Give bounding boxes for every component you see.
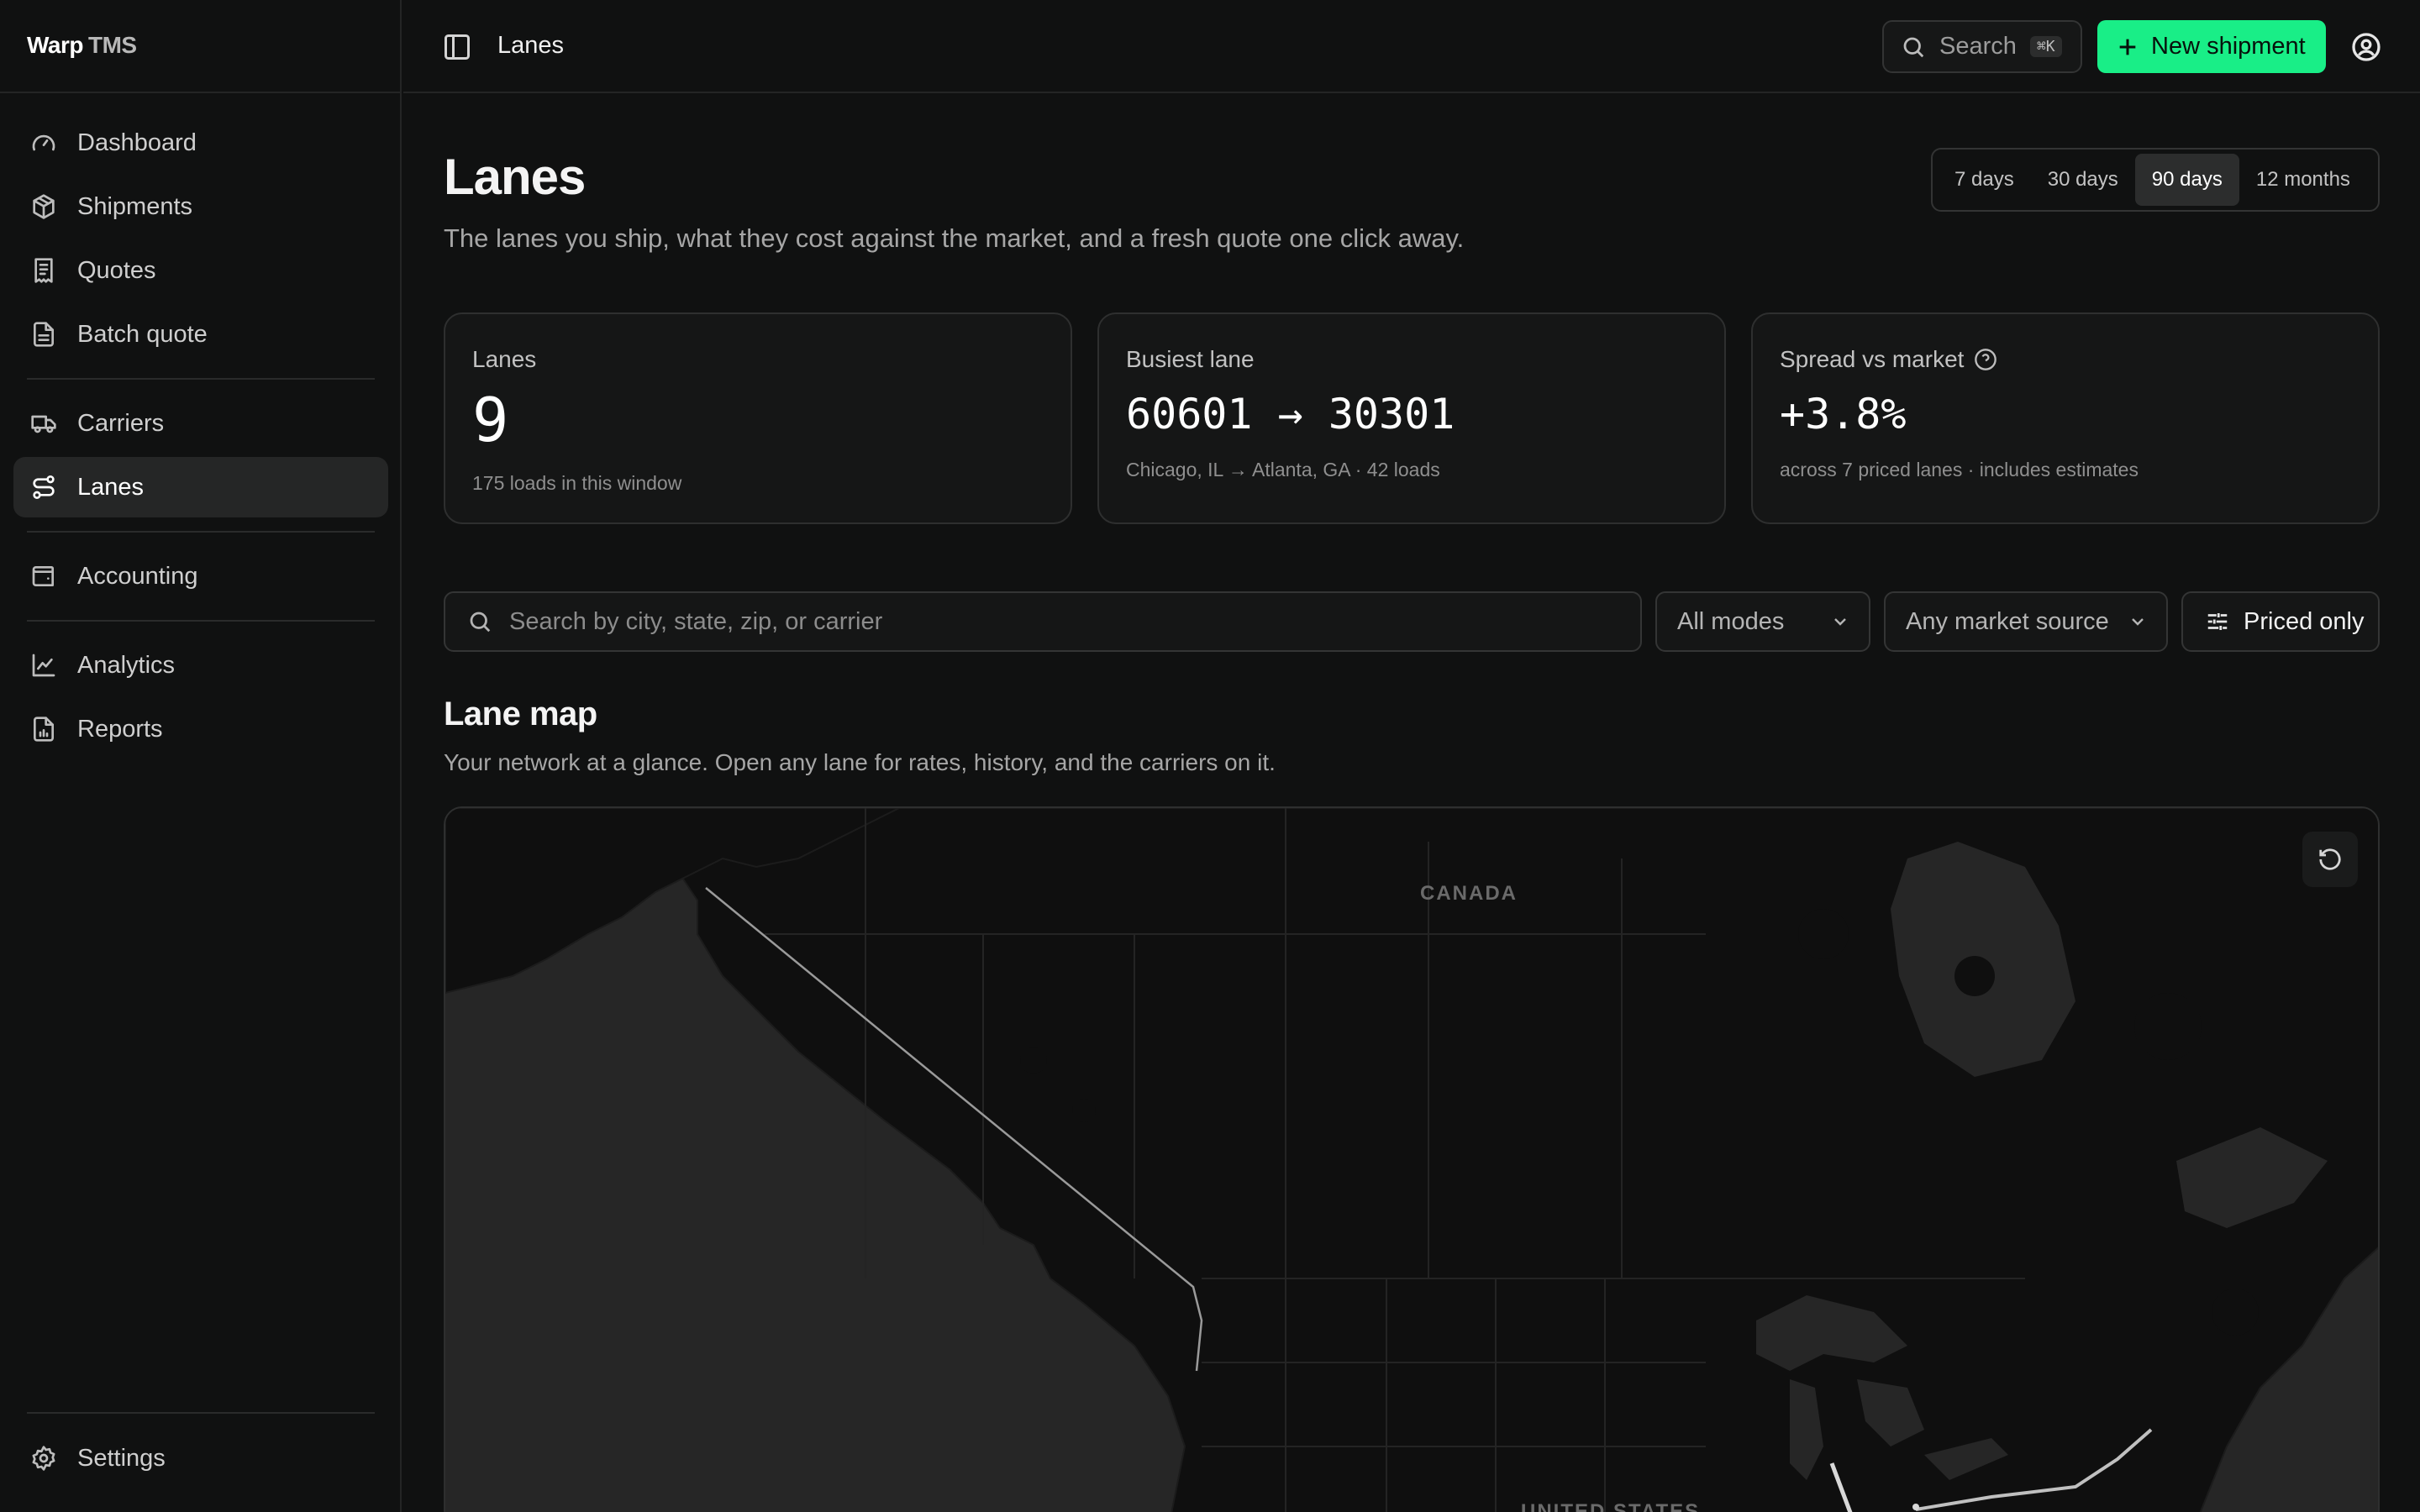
sliders-icon xyxy=(2207,613,2228,630)
range-option-12-months[interactable]: 12 months xyxy=(2239,154,2367,206)
rotate-ccw-icon xyxy=(2319,848,2341,870)
stat-value: +3.8% xyxy=(1780,390,1907,438)
stat-note: Chicago, IL → Atlanta, GA · 42 loads xyxy=(1126,459,1440,480)
search-label: Search xyxy=(1939,33,2017,60)
mode-select[interactable]: All modes xyxy=(1655,591,1870,652)
stat-card-spread: Spread vs market +3.8% across 7 priced l… xyxy=(1751,312,2380,524)
lane-map-title: Lane map xyxy=(444,696,597,732)
stat-label: Busiest lane xyxy=(1126,346,1255,372)
market-source-value: Any market source xyxy=(1906,607,2109,635)
filter-bar: Search by city, state, zip, or carrier A… xyxy=(444,591,2380,652)
lane-map[interactable]: CANADA UNITED STATES xyxy=(444,806,2380,1512)
priced-only-toggle[interactable]: Priced only xyxy=(2181,591,2380,652)
chevron-down-icon xyxy=(1834,618,1846,626)
sidebar-item-label: Carriers xyxy=(77,409,165,437)
lane-endpoint xyxy=(1912,1504,1919,1510)
page-title: Lanes xyxy=(444,149,586,205)
page-subtitle: The lanes you ship, what they cost again… xyxy=(444,223,1465,253)
stat-label-text: Spread vs market xyxy=(1780,346,1965,372)
stat-label: Spread vs market xyxy=(1780,346,1997,373)
sidebar-item-label: Quotes xyxy=(77,256,156,284)
mode-select-value: All modes xyxy=(1677,607,1785,635)
nav-divider xyxy=(27,378,375,380)
sidebar-divider xyxy=(0,92,402,93)
sidebar-item-analytics[interactable]: Analytics xyxy=(13,635,388,696)
stat-value: 60601 → 30301 xyxy=(1126,390,1455,438)
sidebar-item-accounting[interactable]: Accounting xyxy=(13,546,388,606)
truck-icon xyxy=(31,415,56,433)
range-option-90-days[interactable]: 90 days xyxy=(2134,154,2239,206)
receipt-icon xyxy=(34,258,53,283)
search-icon xyxy=(1903,37,1924,57)
map-label-united-states: UNITED STATES xyxy=(1521,1500,1701,1512)
sidebar-item-label: Shipments xyxy=(77,192,193,220)
lane-map-subtitle: Your network at a glance. Open any lane … xyxy=(444,749,1276,775)
stat-card-lanes: Lanes 9 175 loads in this window xyxy=(444,312,1072,524)
range-option-7-days[interactable]: 7 days xyxy=(1938,154,2031,206)
sidebar-nav: Dashboard Shipments Quotes Batch quote C… xyxy=(13,113,388,763)
gear-icon xyxy=(32,1446,55,1471)
range-option-30-days[interactable]: 30 days xyxy=(2031,154,2135,206)
sidebar-item-shipments[interactable]: Shipments xyxy=(13,176,388,237)
brand-primary: Warp xyxy=(27,32,83,58)
help-circle-icon[interactable] xyxy=(1974,348,1997,371)
lane-search-placeholder: Search by city, state, zip, or carrier xyxy=(509,607,883,635)
map-canvas xyxy=(445,808,2378,1512)
new-shipment-label: New shipment xyxy=(2151,33,2306,60)
map-label-canada: CANADA xyxy=(1420,882,1518,905)
sidebar-item-label: Accounting xyxy=(77,562,198,590)
sidebar-item-label: Dashboard xyxy=(77,129,197,156)
sidebar-item-label: Reports xyxy=(77,715,163,743)
sidebar-toggle-icon[interactable] xyxy=(442,32,472,62)
stat-note: across 7 priced lanes · includes estimat… xyxy=(1780,459,2139,480)
brand-logo[interactable]: Warp TMS xyxy=(27,32,137,59)
map-reset-button[interactable] xyxy=(2302,832,2358,887)
route-icon xyxy=(33,475,55,499)
user-account-icon[interactable] xyxy=(2351,32,2381,62)
file-stack-icon xyxy=(34,322,54,347)
sidebar-item-settings[interactable]: Settings xyxy=(13,1428,388,1488)
gauge-icon xyxy=(32,134,55,151)
package-icon xyxy=(33,194,55,219)
search-shortcut-badge: ⌘K xyxy=(2029,36,2062,57)
sidebar-item-carriers[interactable]: Carriers xyxy=(13,393,388,454)
sidebar-item-quotes[interactable]: Quotes xyxy=(13,240,388,301)
sidebar: Warp TMS Dashboard Shipments Quotes Batch… xyxy=(0,0,402,1512)
sidebar-footer: Settings xyxy=(13,1411,388,1492)
file-chart-icon xyxy=(34,717,54,742)
wallet-icon xyxy=(32,566,54,586)
market-source-select[interactable]: Any market source xyxy=(1884,591,2168,652)
sidebar-item-dashboard[interactable]: Dashboard xyxy=(13,113,388,173)
brand-secondary: TMS xyxy=(87,32,137,58)
date-range-selector: 7 days 30 days 90 days 12 months xyxy=(1931,148,2380,212)
global-search-button[interactable]: Search ⌘K xyxy=(1882,20,2082,73)
line-chart-icon xyxy=(32,654,55,677)
chevron-down-icon xyxy=(2132,618,2144,626)
sidebar-item-batch-quote[interactable]: Batch quote xyxy=(13,304,388,365)
top-bar: Lanes Search ⌘K New shipment xyxy=(403,0,2420,93)
sidebar-item-label: Batch quote xyxy=(77,320,208,348)
sidebar-item-label: Analytics xyxy=(77,651,176,679)
sidebar-item-lanes[interactable]: Lanes xyxy=(13,457,388,517)
nav-divider xyxy=(27,531,375,533)
stat-value: 9 xyxy=(472,385,509,455)
stat-note: 175 loads in this window xyxy=(472,472,682,494)
priced-only-label: Priced only xyxy=(2244,607,2365,635)
new-shipment-button[interactable]: New shipment xyxy=(2097,20,2326,73)
lane-search-input[interactable]: Search by city, state, zip, or carrier xyxy=(444,591,1642,652)
sidebar-item-label: Settings xyxy=(77,1444,166,1472)
plus-icon xyxy=(2119,39,2136,55)
sidebar-item-label: Lanes xyxy=(77,473,145,501)
breadcrumb: Lanes xyxy=(497,32,565,59)
stat-label: Lanes xyxy=(472,346,537,372)
nav-divider xyxy=(27,620,375,622)
search-icon xyxy=(470,612,491,633)
sidebar-item-reports[interactable]: Reports xyxy=(13,699,388,759)
stat-card-busiest-lane: Busiest lane 60601 → 30301 Chicago, IL →… xyxy=(1097,312,1726,524)
